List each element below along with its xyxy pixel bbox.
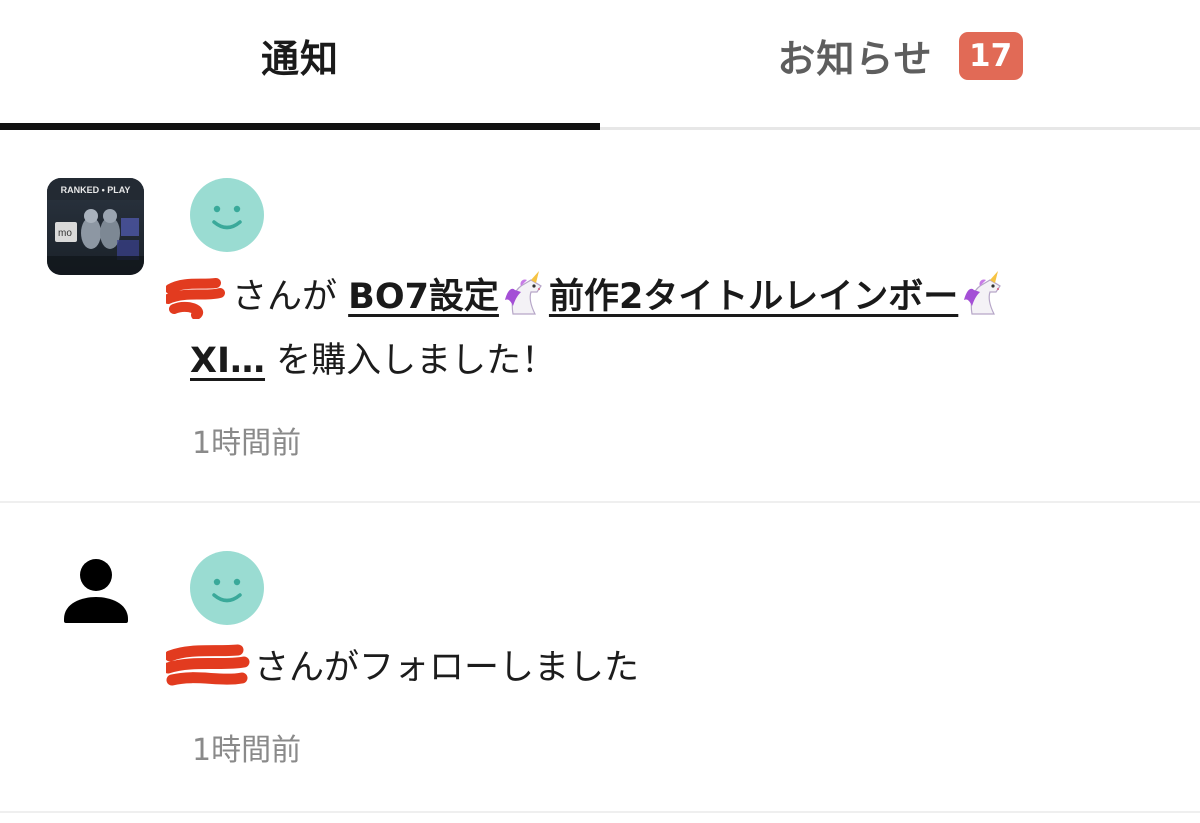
unicorn-icon xyxy=(960,270,1006,316)
notification-message: さんがフォローしました xyxy=(166,636,1150,700)
news-count-badge: 17 xyxy=(958,31,1023,80)
product-link-part2: 前作2タイトルレインボー xyxy=(548,277,959,317)
person-icon[interactable] xyxy=(60,555,132,627)
smiley-avatar-icon[interactable] xyxy=(190,551,264,625)
tab-notifications[interactable]: 通知 xyxy=(0,0,600,130)
unicorn-icon xyxy=(501,270,547,316)
notification-item[interactable]: RANKED • PLAY mo さんが BO7設定 前作2タイトルレインボー … xyxy=(0,130,1200,503)
follow-text: さんがフォローしました xyxy=(254,648,640,688)
notifications-page: 通知 お知らせ 17 RANKED • PLAY mo さんが BO7設定 前作… xyxy=(0,0,1200,823)
tab-bar: 通知 お知らせ 17 xyxy=(0,0,1200,130)
timestamp: 1時間前 xyxy=(192,733,302,768)
svg-text:mo: mo xyxy=(58,228,72,239)
notification-message: さんが BO7設定 前作2タイトルレインボー XI… を購入しました！ xyxy=(166,265,1150,393)
notification-item[interactable]: さんがフォローしました 1時間前 xyxy=(0,503,1200,813)
redacted-username xyxy=(166,278,226,319)
product-link-part1: BO7設定 xyxy=(348,277,499,317)
ranked-play-thumbnail[interactable]: RANKED • PLAY mo xyxy=(47,178,144,275)
timestamp: 1時間前 xyxy=(192,426,302,461)
redacted-username xyxy=(166,644,250,686)
purchase-text: を購入しました！ xyxy=(265,341,557,381)
user-action-text: さんが xyxy=(232,277,349,317)
tab-news-label: お知らせ xyxy=(777,37,933,81)
product-link-part3: XI… xyxy=(190,341,266,381)
smiley-avatar-icon[interactable] xyxy=(190,178,264,252)
thumbnail-title: RANKED • PLAY xyxy=(61,185,131,195)
tab-notifications-label: 通知 xyxy=(260,37,339,81)
tab-news[interactable]: お知らせ 17 xyxy=(600,0,1200,127)
